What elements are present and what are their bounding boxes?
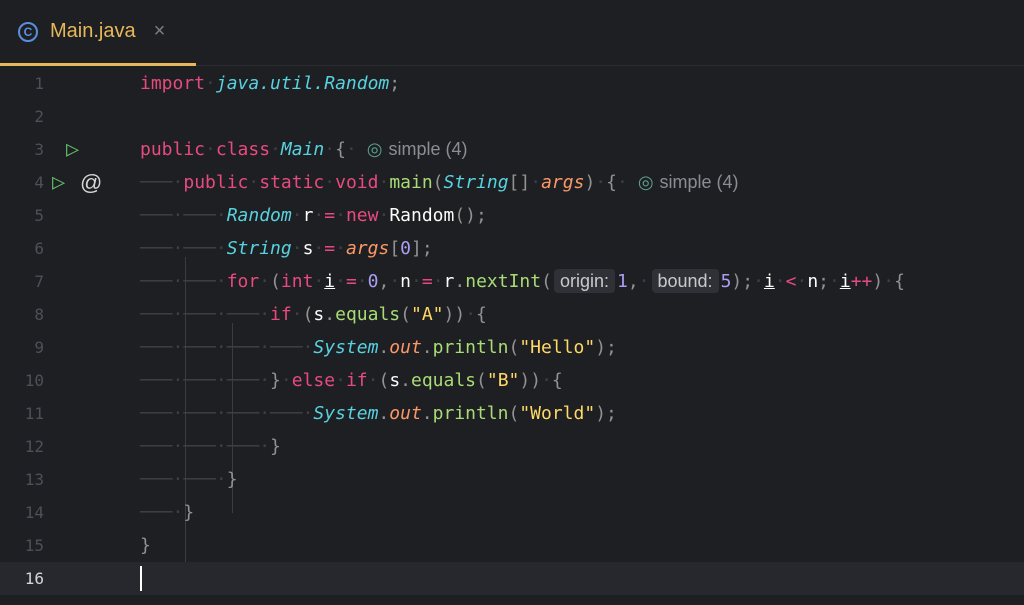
code-line: 4 ▷ @ ───·public·static·void·main(String… <box>0 166 1024 199</box>
swirl-icon: ◎ <box>366 139 383 159</box>
code-line: 6 ───·───·String·s·=·args[0]; <box>0 232 1024 265</box>
java-class-icon: C <box>18 21 38 42</box>
line-number: 15 <box>24 536 44 555</box>
line-number: 4 <box>34 173 44 192</box>
code-text: ───·───·for·(int·i·=·0,·n·=·r.nextInt(or… <box>140 269 905 293</box>
code-line: 10 ───·───·───·}·else·if·(s.equals("B"))… <box>0 364 1024 397</box>
code-text: public·class·Main·{· ◎ simple (4) <box>140 139 468 160</box>
code-line: 7 ───·───·for·(int·i·=·0,·n·=·r.nextInt(… <box>0 265 1024 298</box>
code-line: 13 ───·───·} <box>0 463 1024 496</box>
code-text: } <box>140 535 151 556</box>
line-number: 5 <box>34 206 44 225</box>
line-number: 14 <box>24 503 44 522</box>
line-number: 10 <box>24 371 44 390</box>
code-text: ───·} <box>140 502 195 523</box>
current-line[interactable]: 16 <box>0 562 1024 595</box>
line-number: 7 <box>34 272 44 291</box>
code-line: 8 ───·───·───·if·(s.equals("A"))·{ <box>0 298 1024 331</box>
line-number: 16 <box>24 569 44 588</box>
param-hint-bound: bound: <box>651 269 719 293</box>
line-number: 8 <box>34 305 44 324</box>
code-text: ───·───·───·───·System.out.println("Hell… <box>140 337 617 358</box>
close-icon[interactable]: × <box>154 20 166 43</box>
override-at-icon[interactable]: @ <box>80 166 102 199</box>
run-icon[interactable]: ▷ <box>66 133 79 166</box>
code-line: 15 } <box>0 529 1024 562</box>
code-text: ───·───·───·}·else·if·(s.equals("B"))·{ <box>140 370 563 391</box>
code-text: import·java.util.Random; <box>140 73 401 94</box>
line-number: 6 <box>34 239 44 258</box>
code-text: ───·───·Random·r·=·new·Random(); <box>140 205 487 226</box>
code-line: 12 ───·───·───·} <box>0 430 1024 463</box>
code-line: 1 import·java.util.Random; <box>0 67 1024 100</box>
code-text: ───·───·───·───·System.out.println("Worl… <box>140 403 617 424</box>
code-lens[interactable]: ◎ simple (4) <box>638 172 739 192</box>
run-icon[interactable]: ▷ <box>52 166 65 199</box>
code-line: 2 <box>0 100 1024 133</box>
code-text: ───·public·static·void·main(String[]·arg… <box>140 172 739 193</box>
tab-label: Main.java <box>50 20 136 42</box>
text-caret <box>140 566 142 591</box>
tab-main-java[interactable]: C Main.java × <box>0 0 196 66</box>
line-number: 12 <box>24 437 44 456</box>
code-text: ───·───·} <box>140 469 238 490</box>
param-hint-origin: origin: <box>553 269 615 293</box>
line-number: 1 <box>34 74 44 93</box>
line-number: 13 <box>24 470 44 489</box>
line-number: 3 <box>34 140 44 159</box>
code-lens[interactable]: ◎ simple (4) <box>367 139 468 159</box>
code-line: 14 ───·} <box>0 496 1024 529</box>
code-line: 3 ▷ public·class·Main·{· ◎ simple (4) <box>0 133 1024 166</box>
code-line: 5 ───·───·Random·r·=·new·Random(); <box>0 199 1024 232</box>
code-line: 11 ───·───·───·───·System.out.println("W… <box>0 397 1024 430</box>
code-text: ───·───·───·} <box>140 436 281 457</box>
line-number: 2 <box>34 107 44 126</box>
swirl-icon: ◎ <box>637 172 654 192</box>
editor-tab-bar: C Main.java × <box>0 0 1024 66</box>
code-text: ───·───·───·if·(s.equals("A"))·{ <box>140 304 487 325</box>
line-number: 9 <box>34 338 44 357</box>
code-line: 9 ───·───·───·───·System.out.println("He… <box>0 331 1024 364</box>
line-number: 11 <box>24 404 44 423</box>
code-text: ───·───·String·s·=·args[0]; <box>140 238 433 259</box>
code-editor[interactable]: 1 import·java.util.Random; 2 3 ▷ public·… <box>0 67 1024 605</box>
